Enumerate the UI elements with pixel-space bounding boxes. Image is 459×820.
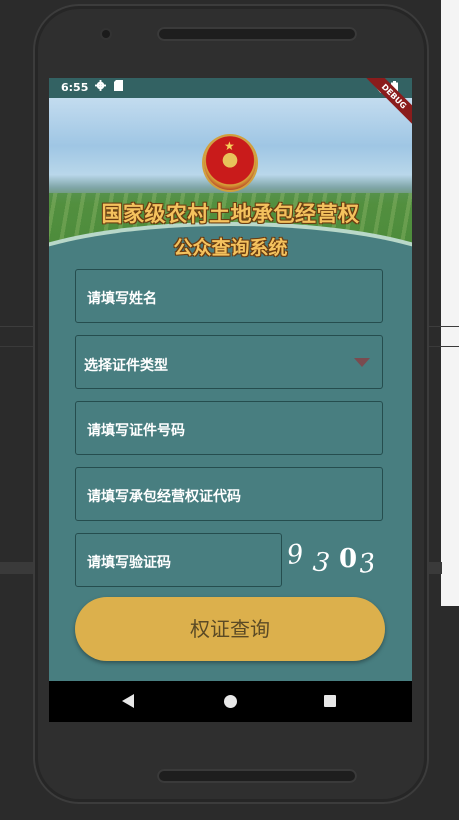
captcha-image[interactable]: 9 3 0 3 — [284, 538, 383, 580]
home-icon[interactable] — [224, 695, 237, 708]
id-type-placeholder: 选择证件类型 — [84, 358, 168, 374]
bottom-speaker — [157, 769, 357, 783]
back-icon[interactable] — [122, 694, 134, 708]
name-input[interactable]: 请填写姓名 — [75, 269, 383, 323]
status-bar: 6:55 DEBUG — [49, 78, 412, 130]
status-time: 6:55 — [61, 81, 89, 94]
name-placeholder: 请填写姓名 — [87, 291, 157, 307]
national-emblem-icon: ★ — [204, 136, 256, 190]
captcha-char: 0 — [339, 544, 358, 574]
background-window-edge — [441, 0, 459, 606]
captcha-char: 9 — [284, 538, 306, 572]
status-left-icons — [95, 80, 123, 91]
page-subtitle: 公众查询系统 — [173, 237, 288, 258]
recent-apps-icon[interactable] — [324, 695, 336, 707]
app-screen: 6:55 DEBUG ★ 国家级农村土地承包经营权 公众查询系统 请填写姓名 选… — [49, 78, 412, 722]
top-speaker — [157, 27, 357, 41]
id-number-input[interactable]: 请填写证件号码 — [75, 401, 383, 455]
captcha-input[interactable]: 请填写验证码 — [75, 533, 282, 587]
id-type-select[interactable]: 选择证件类型 — [75, 335, 383, 389]
header-banner: ★ 国家级农村土地承包经营权 公众查询系统 — [49, 98, 412, 258]
background-strip — [428, 562, 442, 574]
page-title: 国家级农村土地承包经营权 — [101, 201, 360, 226]
star-icon: ★ — [224, 139, 235, 153]
front-camera — [102, 30, 110, 38]
gear-icon — [95, 80, 106, 91]
captcha-char: 3 — [357, 548, 378, 580]
dropdown-arrow-icon — [354, 358, 370, 367]
cert-code-input[interactable]: 请填写承包经营权证代码 — [75, 467, 383, 521]
query-button[interactable]: 权证查询 — [75, 597, 385, 661]
id-number-placeholder: 请填写证件号码 — [87, 423, 185, 439]
android-nav-bar — [49, 681, 412, 722]
captcha-placeholder: 请填写验证码 — [87, 555, 171, 571]
cert-code-placeholder: 请填写承包经营权证代码 — [87, 489, 241, 505]
sd-card-icon — [114, 80, 123, 91]
captcha-char: 3 — [311, 547, 332, 579]
